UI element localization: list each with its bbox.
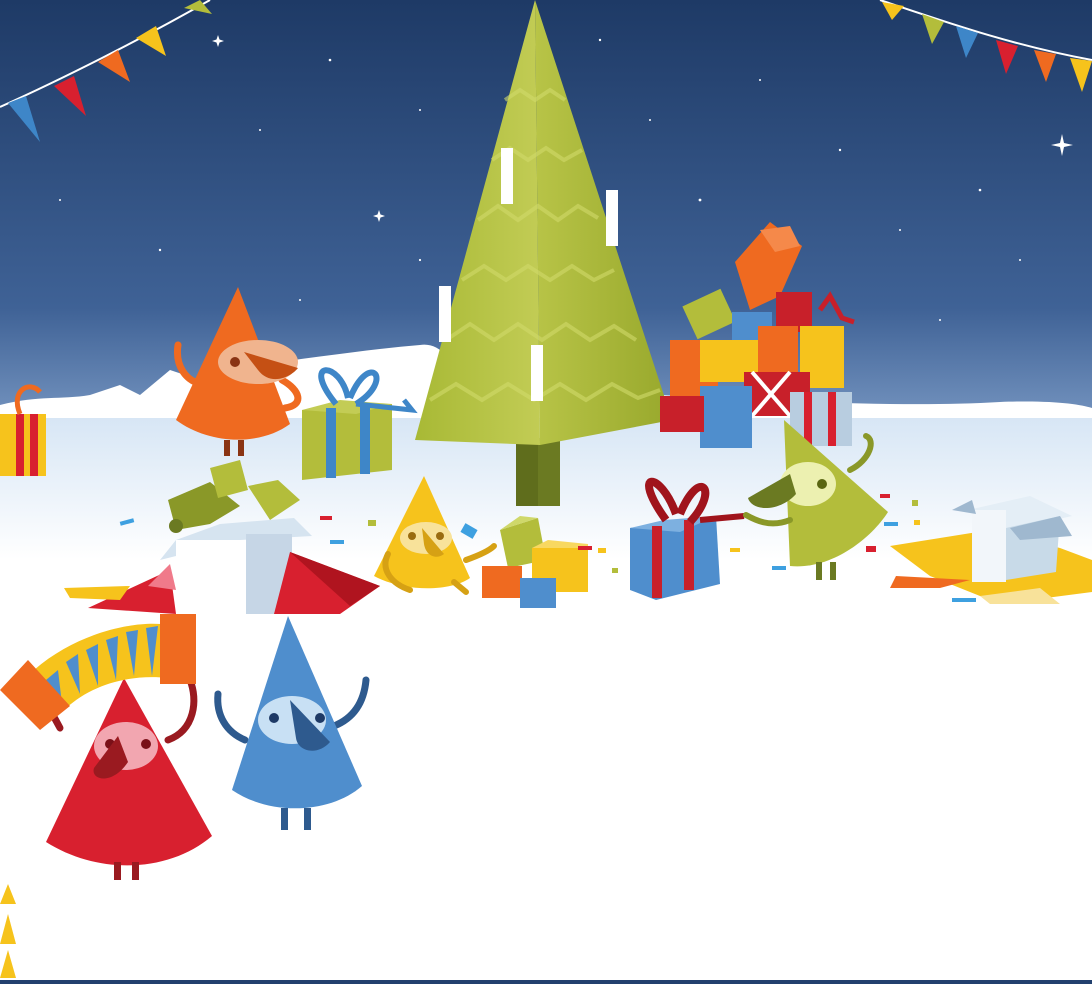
star-dot bbox=[158, 248, 162, 252]
tree-candle bbox=[501, 148, 513, 204]
star-dot bbox=[418, 258, 422, 262]
star-dot bbox=[899, 229, 901, 231]
tree-candle bbox=[531, 345, 543, 401]
star-dot bbox=[939, 319, 941, 321]
village-scene bbox=[0, 0, 1092, 984]
star-dot bbox=[419, 109, 421, 111]
star-dot bbox=[598, 38, 602, 42]
star-dot bbox=[978, 188, 982, 192]
star-dot bbox=[838, 148, 842, 152]
star-dot bbox=[328, 58, 332, 62]
star-dot bbox=[1019, 259, 1021, 261]
tree-candle bbox=[606, 190, 618, 246]
star-dot bbox=[299, 299, 301, 301]
star-dot bbox=[649, 119, 651, 121]
star-dot bbox=[759, 79, 761, 81]
star-dot bbox=[698, 198, 702, 202]
tree-candle bbox=[439, 286, 451, 342]
star-dot bbox=[259, 129, 261, 131]
star-dot bbox=[59, 199, 61, 201]
bottom-bar bbox=[0, 980, 1092, 984]
